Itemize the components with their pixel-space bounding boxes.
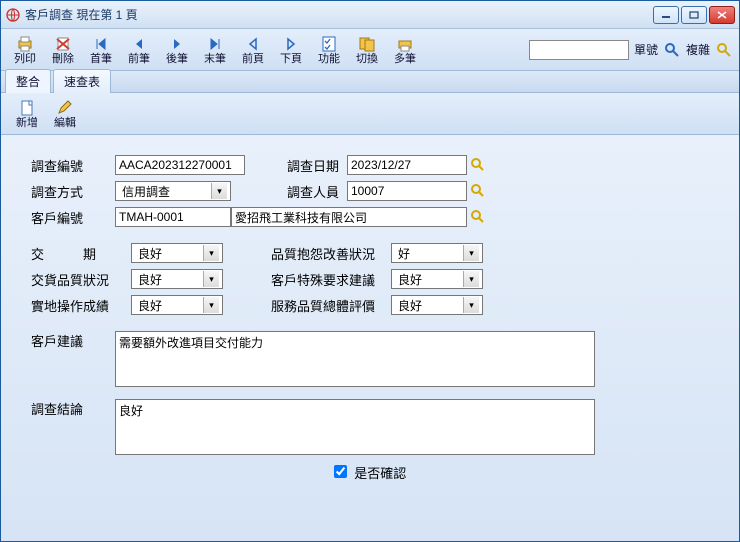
survey-no-label: 調查編號 (31, 156, 115, 175)
delete-button[interactable]: 刪除 (45, 33, 81, 66)
cust-no-label: 客戶編號 (31, 208, 115, 227)
survey-date-label: 調查日期 (287, 156, 347, 175)
delivery-combo[interactable]: 良好 ▾ (131, 243, 223, 263)
prev-button[interactable]: 前筆 (121, 33, 157, 66)
service-eval-combo[interactable]: 良好 ▾ (391, 295, 483, 315)
conclusion-textarea[interactable] (115, 399, 595, 455)
delete-icon (54, 34, 72, 54)
tab-quicklook[interactable]: 速查表 (53, 69, 111, 93)
cust-no-field[interactable] (115, 207, 231, 227)
field-op-label: 實地操作成績 (31, 296, 131, 315)
complex-label: 複雜 (686, 41, 710, 58)
sub-toolbar: 新增 編輯 (1, 93, 739, 135)
service-eval-label: 服務品質總體評價 (271, 296, 391, 315)
edit-button[interactable]: 編輯 (47, 97, 83, 130)
cust-special-label: 客戶特殊要求建議 (271, 270, 391, 289)
titlebar: 客戶調查 現在第 1 頁 (1, 1, 739, 29)
switch-button[interactable]: 切換 (349, 33, 385, 66)
confirm-checkbox-wrapper[interactable]: 是否確認 (334, 463, 407, 482)
survey-method-combo[interactable]: 信用調查 ▾ (115, 181, 231, 201)
serial-search-input[interactable] (529, 40, 629, 60)
surveyor-lookup-icon[interactable] (469, 182, 487, 200)
survey-date-lookup-icon[interactable] (469, 156, 487, 174)
chevron-down-icon: ▾ (203, 245, 219, 261)
chevron-down-icon: ▾ (203, 271, 219, 287)
tab-integrate[interactable]: 整合 (5, 69, 51, 93)
surveyor-field[interactable] (347, 181, 467, 201)
func-button[interactable]: 功能 (311, 33, 347, 66)
main-toolbar: 列印 刪除 首筆 前筆 後筆 末筆 前頁 下頁 (1, 29, 739, 71)
pencil-icon (56, 98, 74, 118)
close-button[interactable] (709, 6, 735, 24)
prev-page-icon (245, 34, 261, 54)
maximize-button[interactable] (681, 6, 707, 24)
quality-improve-label: 品質抱怨改善狀況 (271, 244, 391, 263)
tab-strip: 整合 速查表 (1, 71, 739, 93)
complex-search-icon[interactable] (715, 41, 733, 59)
field-op-combo[interactable]: 良好 ▾ (131, 295, 223, 315)
conclusion-label: 調查結論 (31, 399, 115, 418)
print-button[interactable]: 列印 (7, 33, 43, 66)
multi-print-icon (396, 34, 414, 54)
cust-suggest-textarea[interactable] (115, 331, 595, 387)
first-icon (93, 34, 109, 54)
new-doc-icon (18, 98, 36, 118)
cust-name-field[interactable] (231, 207, 467, 227)
first-button[interactable]: 首筆 (83, 33, 119, 66)
printer-icon (16, 34, 34, 54)
survey-date-field[interactable] (347, 155, 467, 175)
quality-improve-combo[interactable]: 好 ▾ (391, 243, 483, 263)
add-button[interactable]: 新增 (9, 97, 45, 130)
prev-icon (131, 34, 147, 54)
next-button[interactable]: 後筆 (159, 33, 195, 66)
serial-label: 單號 (634, 41, 658, 58)
globe-icon (5, 7, 21, 23)
delivery-quality-label: 交貨品質狀況 (31, 270, 131, 289)
next-page-icon (283, 34, 299, 54)
checklist-icon (320, 34, 338, 54)
next-icon (169, 34, 185, 54)
survey-no-field[interactable] (115, 155, 245, 175)
delivery-quality-combo[interactable]: 良好 ▾ (131, 269, 223, 289)
cust-suggest-label: 客戶建議 (31, 331, 115, 350)
prev-page-button[interactable]: 前頁 (235, 33, 271, 66)
chevron-down-icon: ▾ (463, 297, 479, 313)
multi-button[interactable]: 多筆 (387, 33, 423, 66)
minimize-button[interactable] (653, 6, 679, 24)
switch-icon (358, 34, 376, 54)
last-icon (207, 34, 223, 54)
chevron-down-icon: ▾ (463, 245, 479, 261)
next-page-button[interactable]: 下頁 (273, 33, 309, 66)
confirm-checkbox[interactable] (334, 465, 347, 478)
chevron-down-icon: ▾ (203, 297, 219, 313)
survey-method-label: 調查方式 (31, 182, 115, 201)
delivery-label: 交 期 (31, 244, 131, 263)
window-title: 客戶調查 現在第 1 頁 (25, 6, 653, 23)
last-button[interactable]: 末筆 (197, 33, 233, 66)
surveyor-label: 調查人員 (287, 182, 347, 201)
serial-search-icon[interactable] (663, 41, 681, 59)
form-area: 調查編號 調查日期 調查方式 信用調查 ▾ 調查人員 客戶編號 (1, 135, 739, 541)
confirm-label: 是否確認 (354, 466, 406, 481)
chevron-down-icon: ▾ (463, 271, 479, 287)
cust-special-combo[interactable]: 良好 ▾ (391, 269, 483, 289)
cust-lookup-icon[interactable] (469, 208, 487, 226)
chevron-down-icon: ▾ (211, 183, 227, 199)
